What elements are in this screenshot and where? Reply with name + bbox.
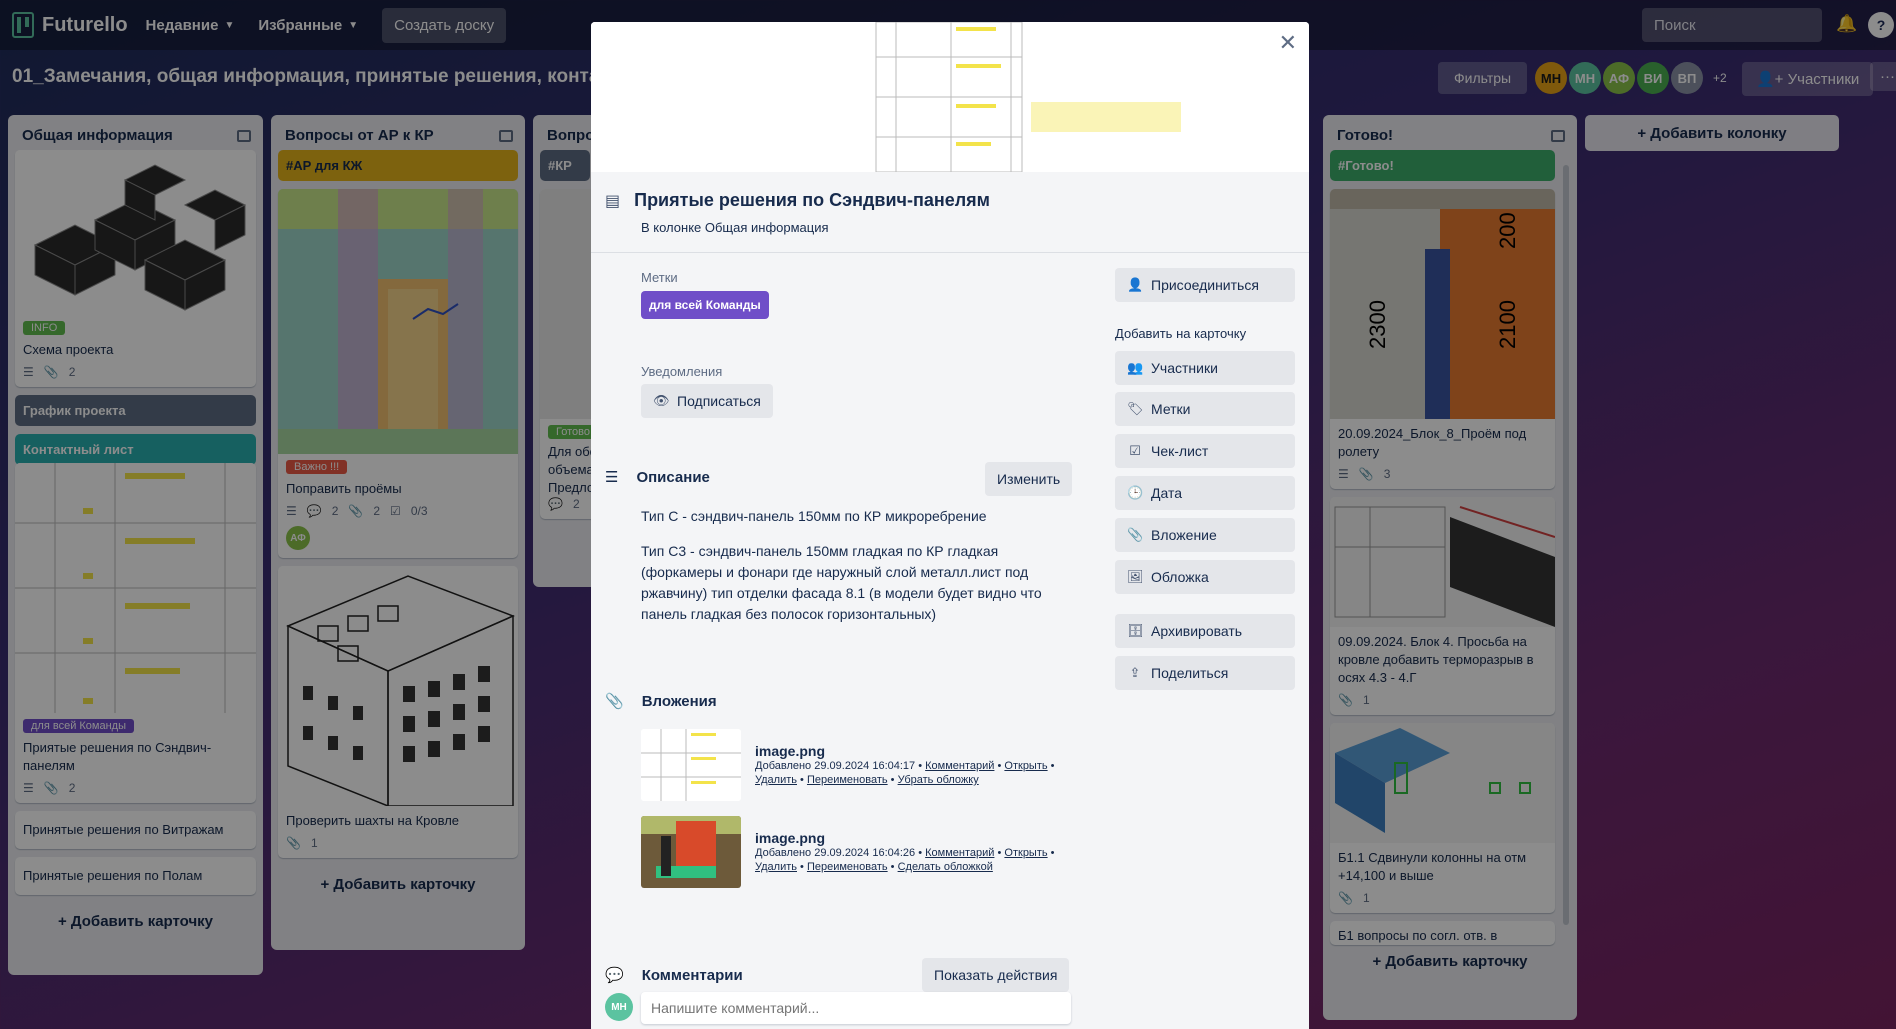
checklist-button[interactable]: ☑ Чек-лист: [1115, 434, 1295, 468]
attachment-thumbnail[interactable]: [641, 729, 741, 801]
notifications-heading: Уведомления: [641, 364, 723, 379]
show-actions-button[interactable]: Показать действия: [922, 958, 1070, 992]
members-label: Участники: [1151, 360, 1218, 376]
attachment-thumbnail[interactable]: [641, 816, 741, 888]
attachment-rename-link[interactable]: Переименовать: [807, 774, 888, 786]
attachment-name[interactable]: image.png: [755, 830, 1055, 846]
attachment-date: Добавлено 29.09.2024 16:04:17 •: [755, 760, 923, 772]
edit-description-button[interactable]: Изменить: [985, 462, 1073, 496]
card-label[interactable]: для всей Команды: [641, 291, 769, 319]
tag-icon: 🏷: [1127, 401, 1144, 416]
attachment-open-link[interactable]: Открыть: [1004, 847, 1047, 859]
card-details-modal: ✕ ▤ Приятые решения по Сэндвич-панелям В…: [591, 22, 1309, 1029]
eye-icon: 👁: [653, 393, 670, 408]
attachments-section: 📎 Вложения: [605, 692, 717, 711]
labels-button[interactable]: 🏷 Метки: [1115, 392, 1295, 426]
labels-heading: Метки: [641, 270, 678, 285]
description-text[interactable]: Тип С - сэндвич-панель 150мм по КР микро…: [641, 506, 1071, 639]
archive-button[interactable]: 🗄 Архивировать: [1115, 614, 1295, 648]
cover-button[interactable]: 🖼 Обложка: [1115, 560, 1295, 594]
description-paragraph: Тип С - сэндвич-панель 150мм по КР микро…: [641, 508, 987, 524]
date-label: Дата: [1151, 485, 1183, 501]
card-icon: ▤: [605, 192, 621, 210]
attachment-open-link[interactable]: Открыть: [1004, 760, 1047, 772]
join-button[interactable]: 👤 Присоединиться: [1115, 268, 1295, 302]
comment-input[interactable]: [641, 992, 1071, 1024]
attachment-comment-link[interactable]: Комментарий: [925, 760, 994, 772]
clock-icon: 🕒: [1127, 485, 1144, 500]
attachment-icon: 📎: [605, 693, 624, 710]
attachment-item: image.png Добавлено 29.09.2024 16:04:17 …: [641, 729, 1055, 801]
comments-section: 💬 Комментарии: [605, 966, 743, 985]
attachment-label: Вложение: [1151, 527, 1217, 543]
image-icon: 🖼: [1127, 569, 1144, 584]
avatar: МН: [605, 993, 633, 1021]
date-button[interactable]: 🕒 Дата: [1115, 476, 1295, 510]
share-icon: ⇪: [1129, 665, 1141, 680]
attachment-cover-link[interactable]: Убрать обложку: [898, 774, 979, 786]
subscribe-button[interactable]: 👁 Подписаться: [641, 384, 773, 418]
divider: [591, 252, 1309, 253]
attachment-delete-link[interactable]: Удалить: [755, 861, 797, 873]
attachment-name[interactable]: image.png: [755, 743, 1055, 759]
attachment-comment-link[interactable]: Комментарий: [925, 847, 994, 859]
description-heading: Описание: [636, 468, 710, 486]
attachment-cover-link[interactable]: Сделать обложкой: [898, 861, 993, 873]
join-label: Присоединиться: [1151, 277, 1259, 293]
add-user-icon: 👤: [1127, 277, 1144, 292]
checkbox-icon: ☑: [1129, 443, 1141, 458]
description-icon: ☰: [605, 469, 619, 486]
card-cover: ✕: [591, 22, 1309, 172]
members-button[interactable]: 👥 Участники: [1115, 351, 1295, 385]
description-section: ☰ Описание: [605, 468, 710, 487]
comments-heading: Комментарии: [641, 966, 743, 984]
in-column-text: В колонке Общая информация: [641, 220, 829, 235]
add-to-card-heading: Добавить на карточку: [1115, 326, 1247, 341]
checklist-label: Чек-лист: [1151, 443, 1209, 459]
cover-label: Обложка: [1151, 569, 1209, 585]
attachment-item: image.png Добавлено 29.09.2024 16:04:26 …: [641, 816, 1055, 888]
description-paragraph: Тип С3 - сэндвич-панель 150мм гладкая по…: [641, 543, 1042, 622]
subscribe-label: Подписаться: [677, 393, 761, 409]
attachment-button[interactable]: 📎 Вложение: [1115, 518, 1295, 552]
share-label: Поделиться: [1151, 665, 1229, 681]
close-icon[interactable]: ✕: [1279, 30, 1297, 56]
labels-label: Метки: [1151, 401, 1191, 417]
attachment-rename-link[interactable]: Переименовать: [807, 861, 888, 873]
archive-icon: 🗄: [1127, 623, 1144, 638]
comment-icon: 💬: [605, 967, 624, 984]
attachment-meta: Добавлено 29.09.2024 16:04:26 • Коммента…: [755, 847, 1055, 873]
cover-image: [591, 22, 1309, 172]
attachment-date: Добавлено 29.09.2024 16:04:26 •: [755, 847, 923, 859]
share-button[interactable]: ⇪ Поделиться: [1115, 656, 1295, 690]
archive-label: Архивировать: [1151, 623, 1243, 639]
attachment-meta: Добавлено 29.09.2024 16:04:17 • Коммента…: [755, 760, 1055, 786]
users-icon: 👥: [1127, 360, 1144, 375]
modal-card-title[interactable]: Приятые решения по Сэндвич-панелям: [634, 190, 990, 211]
attachment-image: [641, 816, 741, 888]
attachment-image: [641, 729, 741, 801]
paperclip-icon: 📎: [1127, 527, 1144, 542]
attachments-heading: Вложения: [641, 692, 717, 710]
attachment-delete-link[interactable]: Удалить: [755, 774, 797, 786]
